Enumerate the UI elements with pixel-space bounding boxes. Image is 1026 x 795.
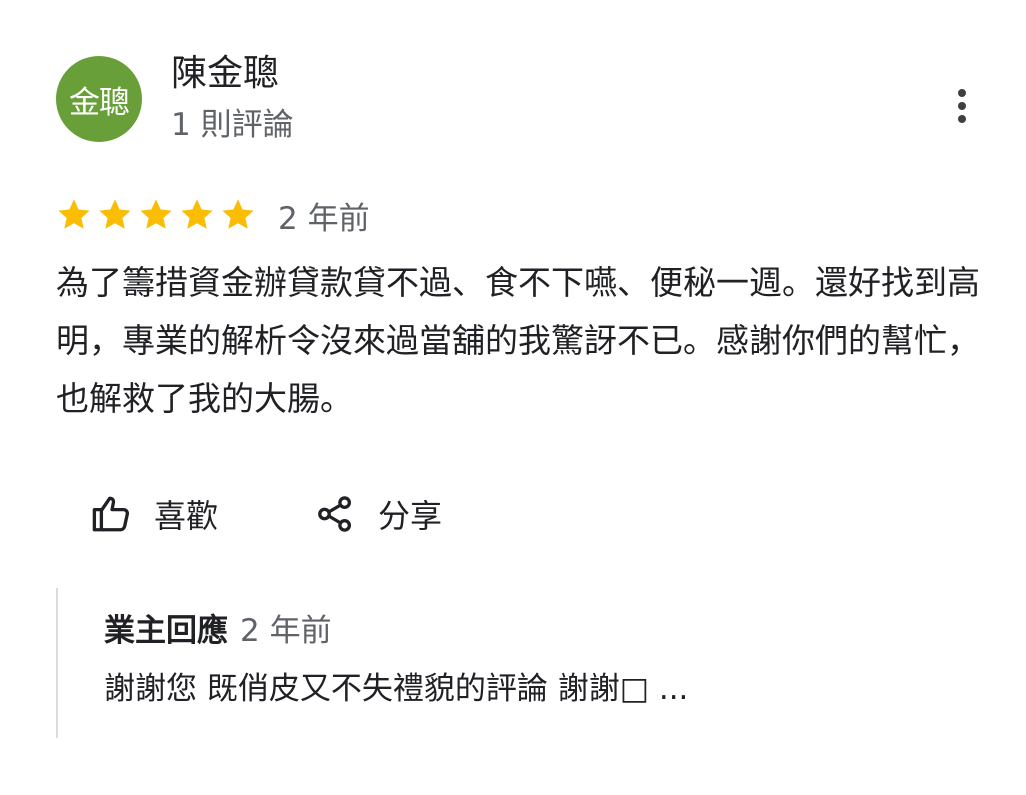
like-button[interactable]: 喜歡 (90, 491, 218, 537)
owner-response-text[interactable]: 謝謝您 既俏皮又不失禮貌的評論 謝謝□ ... (104, 668, 688, 710)
star-rating (56, 197, 261, 233)
star-filled-icon (181, 199, 213, 229)
share-icon (318, 496, 352, 532)
star-filled-icon (99, 199, 131, 229)
review-actions: 喜歡 分享 (90, 488, 442, 540)
more-vert-icon (958, 87, 966, 126)
like-label: 喜歡 (154, 497, 219, 535)
reviewer-review-count: 1 則評論 (171, 107, 294, 143)
review-time: 2 年前 (278, 200, 370, 237)
review-text: 為了籌措資金辦貸款貸不過、食不下嚥、便秘一週。還好找到高明，專業的解析令沒來過當… (56, 263, 980, 418)
star-filled-icon (140, 199, 172, 229)
owner-response-header: 業主回應 2 年前 (104, 610, 332, 652)
owner-response-time: 2 年前 (240, 613, 332, 649)
share-button[interactable]: 分享 (314, 491, 442, 537)
star-filled-icon (58, 199, 90, 229)
owner-response: 業主回應 2 年前 謝謝您 既俏皮又不失禮貌的評論 謝謝□ ... (56, 588, 958, 738)
more-options-button[interactable] (940, 82, 984, 130)
avatar[interactable]: 金聰 (56, 56, 142, 142)
owner-response-label: 業主回應 (104, 613, 228, 649)
rating-row: 2 年前 (56, 192, 370, 238)
thumb-up-icon (92, 496, 130, 532)
avatar-initials: 金聰 (69, 84, 130, 121)
star-filled-icon (222, 199, 254, 229)
reviewer-name[interactable]: 陳金聰 (171, 50, 279, 98)
share-label: 分享 (378, 497, 443, 535)
